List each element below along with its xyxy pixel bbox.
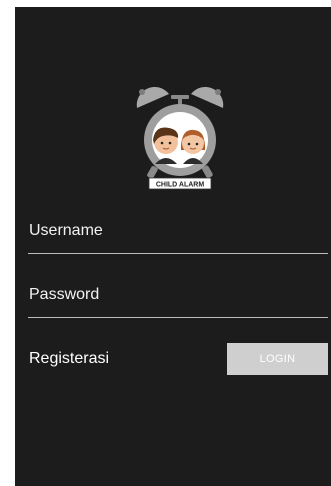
login-screen: CHILD ALARM Registerasi LOGIN (15, 7, 331, 486)
login-button[interactable]: LOGIN (227, 343, 328, 375)
child-alarm-logo: CHILD ALARM (136, 86, 224, 190)
register-link[interactable]: Registerasi (29, 350, 109, 368)
username-input[interactable] (28, 214, 328, 254)
logo-badge-text: CHILD ALARM (156, 182, 205, 189)
password-input[interactable] (28, 278, 328, 318)
